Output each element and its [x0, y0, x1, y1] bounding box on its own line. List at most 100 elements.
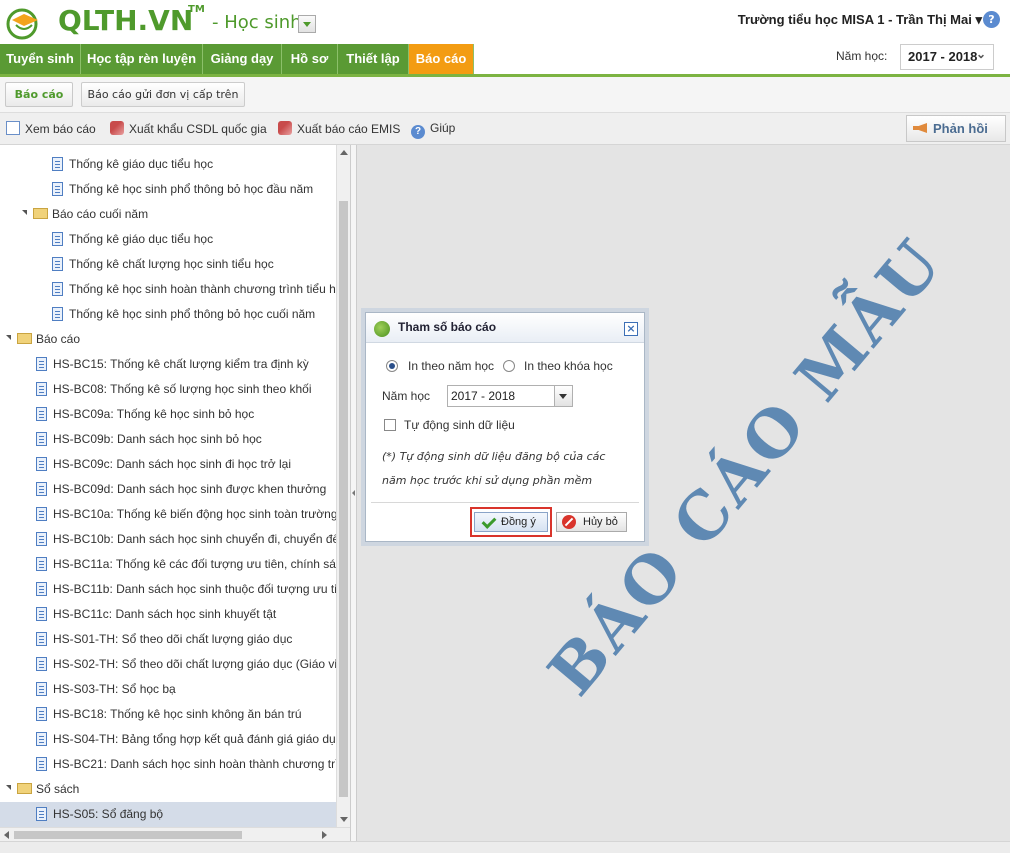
close-icon[interactable]: ×	[624, 322, 638, 336]
tree-item[interactable]: HS-BC10b: Danh sách học sinh chuyển đi, …	[36, 527, 336, 552]
folder-icon	[17, 783, 32, 794]
export-national-db-button[interactable]: Xuất khẩu CSDL quốc gia	[110, 121, 267, 137]
feedback-button[interactable]: Phản hồi	[906, 115, 1006, 142]
ok-button[interactable]: Đồng ý	[474, 512, 548, 532]
chevron-down-icon[interactable]	[554, 386, 572, 406]
report-file-icon	[52, 307, 63, 321]
vertical-scroll-thumb[interactable]	[339, 201, 348, 797]
question-icon: ?	[411, 125, 425, 139]
tree-item[interactable]: HS-BC09a: Thống kê học sinh bỏ học	[36, 402, 254, 427]
report-file-icon	[36, 482, 47, 496]
subtab-bao-cao[interactable]: Báo cáo	[5, 82, 73, 107]
tree-item[interactable]: HS-S03-TH: Sổ học bạ	[36, 677, 176, 702]
app-header: QLTH.VN TM - Học sinh Trường tiểu học MI…	[0, 0, 1010, 44]
main-nav: Tuyển sinh Học tập rèn luyện Giảng dạy H…	[0, 42, 1010, 77]
tree-horizontal-scrollbar[interactable]	[0, 827, 350, 841]
tree-item[interactable]: HS-BC15: Thống kê chất lượng kiểm tra đị…	[36, 352, 309, 377]
tab-ho-so[interactable]: Hồ sơ	[282, 44, 338, 74]
tree-item[interactable]: HS-S01-TH: Sổ theo dõi chất lượng giáo d…	[36, 627, 292, 652]
year-field-label: Năm học	[382, 389, 431, 403]
user-menu[interactable]: Trường tiểu học MISA 1 - Trần Thị Mai ▾	[738, 12, 982, 28]
export-icon	[110, 121, 124, 135]
scroll-left-icon[interactable]	[4, 831, 9, 839]
tab-thiet-lap[interactable]: Thiết lập	[338, 44, 409, 74]
cancel-button[interactable]: Hủy bỏ	[556, 512, 627, 532]
megaphone-icon	[913, 123, 927, 133]
role-dropdown-button[interactable]	[298, 15, 316, 33]
tree-item[interactable]: HS-S02-TH: Sổ theo dõi chất lượng giáo d…	[36, 652, 336, 677]
panel-splitter[interactable]	[350, 145, 357, 841]
export-emis-button[interactable]: Xuất báo cáo EMIS	[278, 121, 400, 137]
tab-hoc-tap-ren-luyen[interactable]: Học tập rèn luyện	[81, 44, 203, 74]
report-file-icon	[36, 407, 47, 421]
report-file-icon	[36, 757, 47, 771]
tree-item[interactable]: HS-BC11c: Danh sách học sinh khuyết tật	[36, 602, 276, 627]
report-file-icon	[36, 382, 47, 396]
report-file-icon	[36, 807, 47, 821]
report-file-icon	[36, 582, 47, 596]
report-file-icon	[36, 357, 47, 371]
tab-bao-cao[interactable]: Báo cáo	[409, 44, 474, 74]
tree-item[interactable]: Thống kê giáo dục tiểu học	[52, 227, 213, 252]
tree-item[interactable]: HS-BC09d: Danh sách học sinh được khen t…	[36, 477, 326, 502]
view-report-icon	[6, 121, 20, 135]
tree-folder[interactable]: Sổ sách	[6, 777, 79, 802]
tree-item[interactable]: HS-BC08: Thống kê số lượng học sinh theo…	[36, 377, 312, 402]
tree-item[interactable]: Thống kê chất lượng học sinh tiểu học	[52, 252, 274, 277]
subtab-bar: Báo cáo Báo cáo gửi đơn vị cấp trên	[0, 77, 1010, 113]
view-report-button[interactable]: Xem báo cáo	[6, 121, 96, 137]
tree-item[interactable]: HS-BC09b: Danh sách học sinh bỏ học	[36, 427, 262, 452]
subtab-bao-cao-cap-tren[interactable]: Báo cáo gửi đơn vị cấp trên	[81, 82, 245, 107]
report-file-icon	[52, 157, 63, 171]
report-params-dialog: Tham số báo cáo × In theo năm học In the…	[365, 312, 645, 542]
auto-generate-label: Tự động sinh dữ liệu	[404, 418, 515, 432]
report-file-icon	[52, 182, 63, 196]
tree-item[interactable]: HS-S04-TH: Bảng tổng hợp kết quả đánh gi…	[36, 727, 336, 752]
export-emis-icon	[278, 121, 292, 135]
tab-giang-day[interactable]: Giảng dạy	[203, 44, 282, 74]
tree-item[interactable]: Thống kê học sinh phổ thông bỏ học đầu n…	[52, 177, 313, 202]
scroll-right-icon[interactable]	[322, 831, 327, 839]
app-logo-icon	[374, 321, 390, 337]
tree-vertical-scrollbar[interactable]	[336, 145, 350, 827]
dialog-titlebar: Tham số báo cáo ×	[366, 313, 644, 343]
collapse-arrow-icon[interactable]	[352, 490, 355, 496]
folder-icon	[33, 208, 48, 219]
expand-arrow-icon[interactable]	[6, 335, 14, 343]
radio-by-school-year[interactable]	[386, 360, 398, 372]
folder-icon	[17, 333, 32, 344]
tree-item[interactable]: HS-BC11b: Danh sách học sinh thuộc đối t…	[36, 577, 336, 602]
radio-by-course[interactable]	[503, 360, 515, 372]
tree-item[interactable]: HS-BC09c: Danh sách học sinh đi học trở …	[36, 452, 291, 477]
toolbar-help-button[interactable]: ? Giúp	[411, 121, 455, 139]
radio-by-school-year-label: In theo năm học	[408, 359, 495, 373]
tree-folder[interactable]: Báo cáo	[6, 327, 80, 352]
school-year-select[interactable]: 2017 - 2018	[900, 42, 994, 70]
cancel-icon	[562, 515, 576, 529]
report-file-icon	[36, 657, 47, 671]
tree-item[interactable]: HS-BC11a: Thống kê các đối tượng ưu tiên…	[36, 552, 336, 577]
tree-item[interactable]: Thống kê học sinh hoàn thành chương trìn…	[52, 277, 336, 302]
divider	[371, 502, 639, 503]
tree-item[interactable]: Thống kê học sinh phổ thông bỏ học cuối …	[52, 302, 315, 327]
tab-tuyen-sinh[interactable]: Tuyển sinh	[0, 44, 81, 74]
scroll-down-icon[interactable]	[340, 817, 348, 822]
help-icon[interactable]: ?	[983, 11, 1000, 28]
note-text: (*) Tự động sinh dữ liệu đăng bộ của các…	[382, 450, 606, 487]
tree-folder[interactable]: Báo cáo cuối năm	[22, 202, 148, 227]
tree-item[interactable]: Thống kê giáo dục tiểu học	[52, 152, 213, 177]
scroll-up-icon[interactable]	[340, 150, 348, 155]
tree-item[interactable]: HS-BC10a: Thống kê biến động học sinh to…	[36, 502, 336, 527]
report-tree: Thống kê giáo dục tiểu học Thống kê học …	[0, 145, 336, 827]
tree-item-selected[interactable]: HS-S05: Sổ đăng bộ	[0, 802, 336, 827]
expand-arrow-icon[interactable]	[6, 785, 14, 793]
horizontal-scroll-thumb[interactable]	[14, 831, 242, 839]
tree-item[interactable]: HS-BC18: Thống kê học sinh không ăn bán …	[36, 702, 302, 727]
expand-arrow-icon[interactable]	[22, 210, 30, 218]
auto-generate-checkbox[interactable]	[384, 419, 396, 431]
tree-item[interactable]: HS-BC21: Danh sách học sinh hoàn thành c…	[36, 752, 336, 777]
toolbar: Xem báo cáo Xuất khẩu CSDL quốc gia Xuất…	[0, 113, 1010, 145]
year-select[interactable]: 2017 - 2018	[447, 385, 573, 407]
report-file-icon	[36, 557, 47, 571]
status-strip	[0, 841, 1010, 853]
